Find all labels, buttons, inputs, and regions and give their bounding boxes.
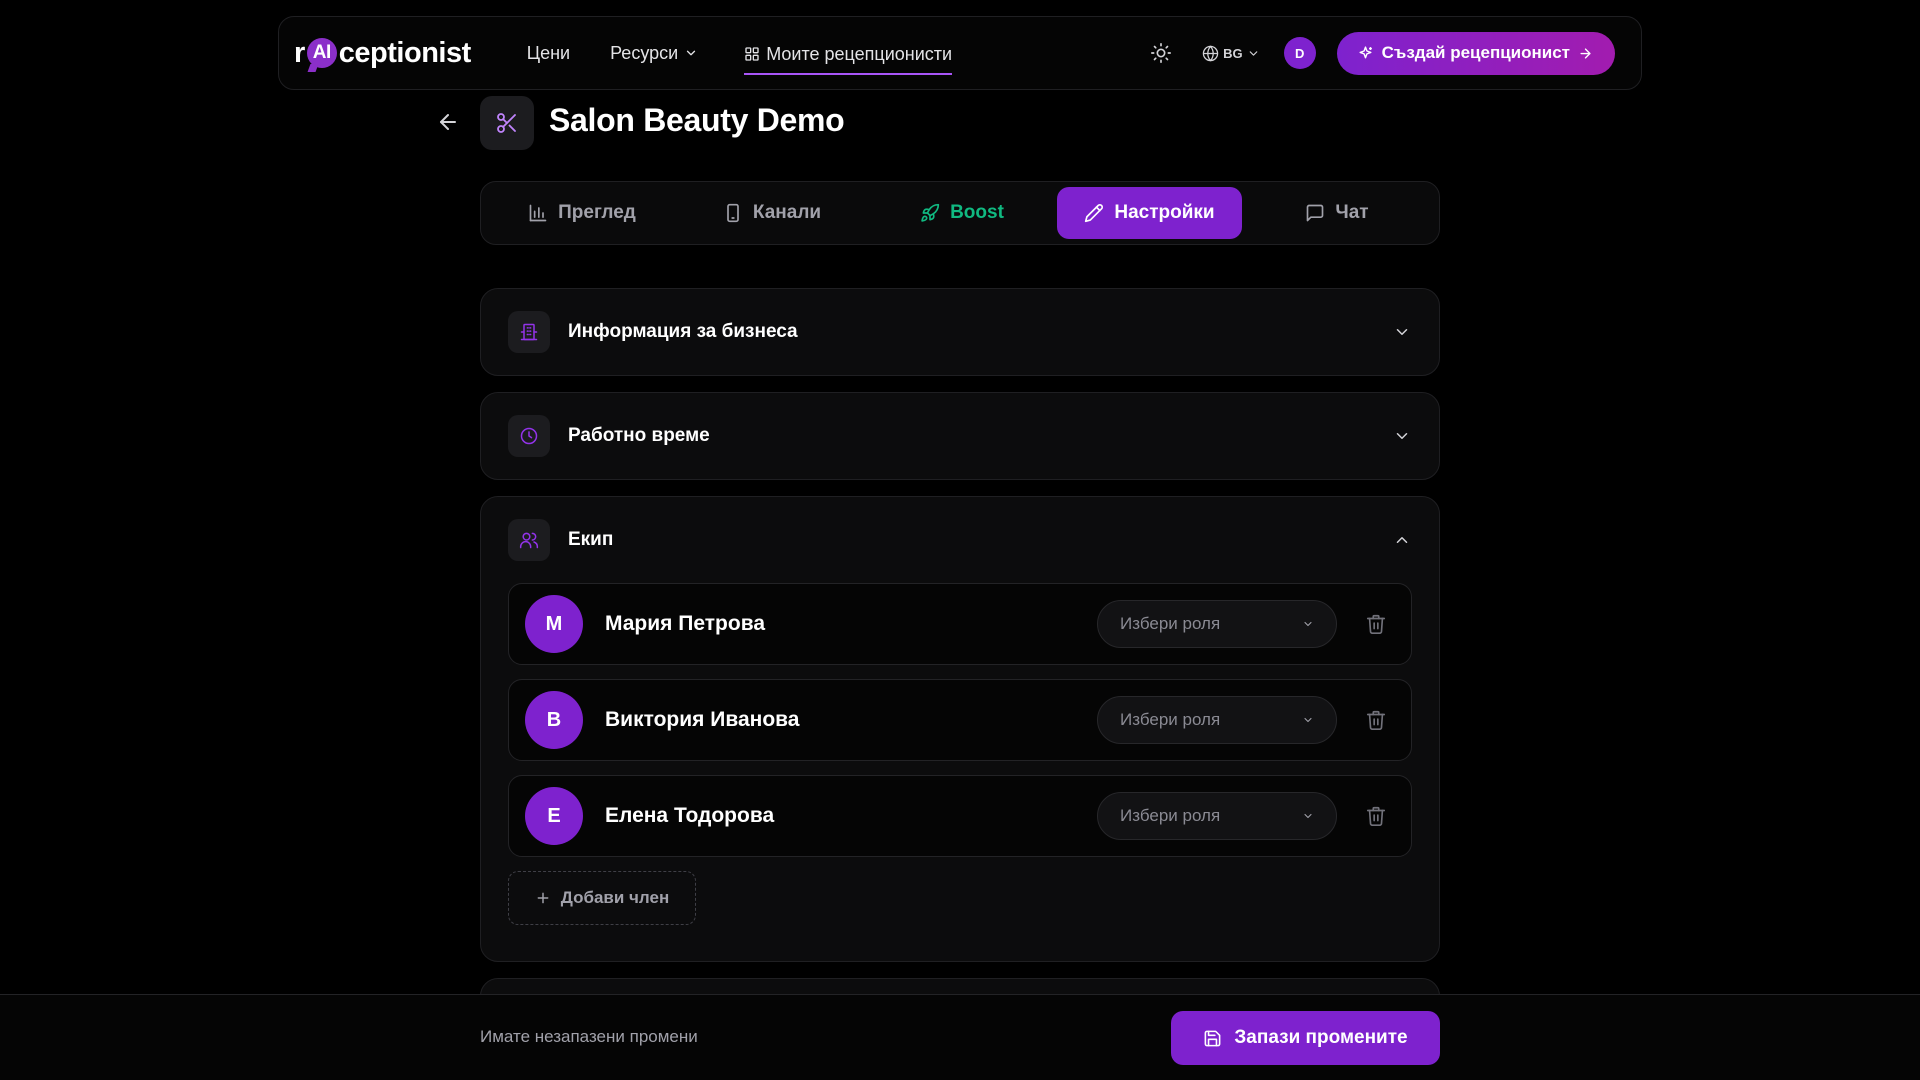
phone-icon <box>727 203 739 223</box>
arrow-right-icon <box>1580 47 1591 59</box>
chevron-down-icon <box>1249 50 1258 56</box>
add-member-button[interactable]: Добави член <box>508 871 696 925</box>
logo-prefix: r <box>294 36 305 69</box>
save-changes-button[interactable]: Запази промените <box>1171 1011 1440 1065</box>
language-label: BG <box>1223 45 1243 61</box>
create-receptionist-button[interactable]: Създай рецепционист <box>1336 31 1615 75</box>
sun-icon[interactable] <box>1150 42 1172 64</box>
role-select-placeholder: Избери роля <box>1120 806 1221 825</box>
save-changes-label: Запази промените <box>1234 1027 1408 1048</box>
team-title: Екип <box>568 529 614 550</box>
logo-suffix: ceptionist <box>338 36 471 69</box>
nav-links: Цени Ресурси Моите рецепционисти <box>527 31 953 75</box>
tab-overview-label: Преглед <box>558 202 636 223</box>
working-hours-header[interactable]: Работно време <box>481 393 1439 479</box>
team-member-row: Е Елена Тодорова Избери роля <box>508 775 1412 857</box>
nav-link-my-receptionists-label: Моите рецепционисти <box>766 43 953 64</box>
sparkles-icon <box>1359 45 1372 58</box>
chevron-down-icon[interactable] <box>1393 427 1411 445</box>
message-icon <box>1307 204 1324 222</box>
globe-icon <box>1202 44 1219 62</box>
tab-channels[interactable]: Канали <box>677 187 867 239</box>
member-name: Мария Петрова <box>605 612 766 635</box>
nav-link-my-receptionists[interactable]: Моите рецепционисти <box>744 39 953 75</box>
nav-link-resources-label: Ресурси <box>610 42 679 63</box>
chevron-down-icon <box>687 50 696 56</box>
working-hours-title: Работно време <box>568 425 710 446</box>
logo-ai-badge: AI <box>306 38 337 68</box>
team-section: Екип М Мария Петрова Избери роля В Викто… <box>480 496 1440 962</box>
working-hours-section: Работно време <box>480 392 1440 480</box>
clock-icon <box>508 415 550 457</box>
pencil-icon <box>1085 204 1104 223</box>
business-info-section: Информация за бизнеса <box>480 288 1440 376</box>
back-arrow-icon[interactable] <box>436 110 460 134</box>
tab-settings-label: Настройки <box>1114 202 1215 223</box>
unsaved-changes-text: Имате незапазени промени <box>480 1027 698 1046</box>
tab-boost-label: Boost <box>950 202 1004 223</box>
tab-bar: Преглед Канали Boost Настройки Чат <box>480 181 1440 245</box>
bar-chart-icon <box>529 204 547 222</box>
team-header[interactable]: Екип <box>481 497 1439 583</box>
tab-chat-label: Чат <box>1335 202 1369 223</box>
add-member-label: Добави член <box>560 888 670 907</box>
logo[interactable]: r AI ceptionist <box>294 37 471 70</box>
unsaved-changes-bar: Имате незапазени промени Запази променит… <box>0 994 1920 1080</box>
top-navigation: r AI ceptionist Цени Ресурси Моите рецеп… <box>278 16 1642 90</box>
nav-link-pricing[interactable]: Цени <box>527 31 570 75</box>
tab-channels-label: Канали <box>752 202 822 223</box>
role-select[interactable]: Избери роля <box>1097 600 1337 648</box>
chevron-up-icon[interactable] <box>1393 531 1411 549</box>
nav-link-resources[interactable]: Ресурси <box>610 31 698 75</box>
user-avatar[interactable]: D <box>1283 37 1316 69</box>
page-title: Salon Beauty Demo <box>549 102 845 138</box>
tab-settings[interactable]: Настройки <box>1057 187 1242 239</box>
chevron-down-icon <box>1304 621 1312 627</box>
building-icon <box>508 311 550 353</box>
business-info-title: Информация за бизнеса <box>568 321 798 342</box>
role-select[interactable]: Избери роля <box>1097 696 1337 744</box>
trash-icon[interactable] <box>1365 805 1387 827</box>
member-name: Виктория Иванова <box>605 708 800 731</box>
member-avatar: В <box>525 691 583 749</box>
member-avatar: Е <box>525 787 583 845</box>
role-select[interactable]: Избери роля <box>1097 792 1337 840</box>
tab-overview[interactable]: Преглед <box>487 187 677 239</box>
grid-icon <box>745 47 759 61</box>
role-select-placeholder: Избери роля <box>1120 710 1221 729</box>
save-icon <box>1204 1030 1221 1046</box>
rocket-icon <box>921 203 940 222</box>
chevron-down-icon[interactable] <box>1393 323 1411 341</box>
tab-chat[interactable]: Чат <box>1242 187 1432 239</box>
create-receptionist-label: Създай рецепционист <box>1381 43 1570 62</box>
team-member-row: М Мария Петрова Избери роля <box>508 583 1412 665</box>
role-select-placeholder: Избери роля <box>1120 614 1221 633</box>
chevron-down-icon <box>1304 813 1312 819</box>
trash-icon[interactable] <box>1365 613 1387 635</box>
nav-actions: BG D Създай рецепционист <box>1150 31 1615 75</box>
team-member-row: В Виктория Иванова Избери роля <box>508 679 1412 761</box>
plus-icon <box>537 892 549 904</box>
business-info-header[interactable]: Информация за бизнеса <box>481 289 1439 375</box>
language-selector[interactable]: BG <box>1202 44 1260 62</box>
chevron-down-icon <box>1304 717 1312 723</box>
tab-boost[interactable]: Boost <box>867 187 1057 239</box>
member-name: Елена Тодорова <box>605 804 775 827</box>
scissors-icon <box>480 96 534 150</box>
trash-icon[interactable] <box>1365 709 1387 731</box>
users-icon <box>508 519 550 561</box>
member-avatar: М <box>525 595 583 653</box>
